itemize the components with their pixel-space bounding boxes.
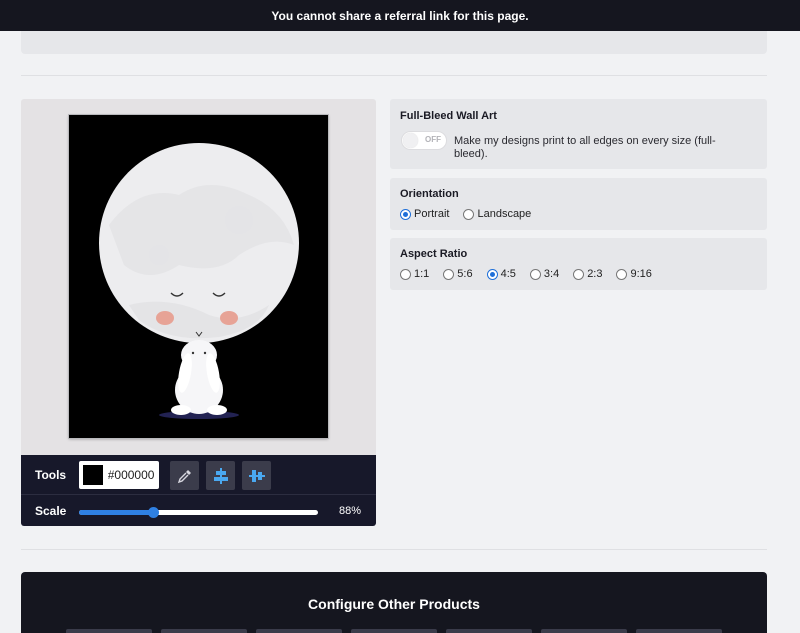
radio-button-selected[interactable] (400, 208, 411, 220)
toggle-knob (403, 133, 418, 148)
align-vertical-center-icon (213, 467, 228, 484)
orientation-title: Orientation (400, 188, 459, 200)
eyedropper-icon (177, 469, 191, 483)
radio-label: 1:1 (414, 268, 430, 280)
radio-button[interactable] (400, 268, 411, 280)
radio-button[interactable] (616, 268, 628, 280)
product-tab[interactable] (256, 629, 342, 633)
align-horizontal-center-icon (248, 469, 265, 482)
configure-products-title: Configure Other Products (308, 596, 480, 612)
scale-slider-fill (79, 510, 154, 515)
aspect-option-4-5[interactable]: 4:5 (486, 268, 516, 280)
scale-row: Scale 88% (21, 495, 376, 526)
orientation-option-landscape[interactable]: Landscape (463, 208, 531, 220)
product-tab[interactable] (161, 629, 247, 633)
fullbleed-description: Make my designs print to all edges on ev… (454, 135, 716, 160)
product-tab[interactable] (541, 629, 627, 633)
product-tab[interactable] (66, 629, 152, 633)
radio-label: 5:6 (457, 268, 473, 280)
top-card (21, 31, 767, 54)
divider (21, 75, 767, 76)
scale-label: Scale (35, 503, 67, 518)
eyedropper-button[interactable] (170, 461, 199, 490)
aspect-option-1-1[interactable]: 1:1 (400, 268, 429, 280)
color-swatch[interactable] (83, 465, 103, 485)
tools-row: Tools #000000 (21, 455, 376, 495)
orientation-panel: Orientation Portrait Landscape (390, 178, 767, 230)
design-preview (21, 99, 376, 455)
tools-panel: Tools #000000 Scale 88% (21, 455, 376, 526)
aspect-ratio-panel: Aspect Ratio 1:1 5:6 4:5 3:4 2:3 9:16 (390, 238, 767, 290)
product-tab[interactable] (636, 629, 722, 633)
fullbleed-toggle[interactable]: OFF (401, 131, 447, 150)
aspect-option-9-16[interactable]: 9:16 (616, 268, 652, 280)
align-vertical-center-button[interactable] (206, 461, 235, 490)
color-hex-input[interactable]: #000000 (108, 468, 159, 482)
orientation-options: Portrait Landscape (400, 208, 531, 220)
radio-label: 3:4 (543, 268, 560, 280)
fullbleed-panel: Full-Bleed Wall Art OFF Make my designs … (390, 99, 767, 169)
aspect-option-2-3[interactable]: 2:3 (573, 268, 602, 280)
moon-bunny-illustration (99, 143, 299, 419)
radio-button[interactable] (443, 268, 455, 280)
radio-label: 9:16 (630, 268, 652, 280)
toggle-state-label: OFF (425, 135, 441, 144)
tools-label: Tools (35, 467, 67, 482)
radio-button[interactable] (463, 208, 475, 220)
aspect-ratio-title: Aspect Ratio (400, 248, 468, 260)
aspect-ratio-options: 1:1 5:6 4:5 3:4 2:3 9:16 (400, 268, 652, 280)
aspect-option-5-6[interactable]: 5:6 (443, 268, 473, 280)
align-horizontal-center-button[interactable] (242, 461, 271, 490)
radio-button[interactable] (573, 268, 585, 280)
banner-text: You cannot share a referral link for thi… (271, 8, 529, 23)
background-color-picker[interactable]: #000000 (79, 461, 159, 489)
radio-label: Landscape (477, 208, 532, 220)
orientation-option-portrait[interactable]: Portrait (400, 208, 449, 220)
aspect-option-3-4[interactable]: 3:4 (529, 268, 560, 280)
product-tab[interactable] (446, 629, 532, 633)
scale-slider-thumb[interactable] (148, 507, 160, 518)
radio-label: Portrait (414, 208, 450, 220)
radio-button-selected[interactable] (486, 268, 498, 280)
divider (21, 549, 767, 550)
configure-products-section: Configure Other Products (21, 572, 767, 633)
referral-banner: You cannot share a referral link for thi… (0, 0, 800, 31)
radio-label: 2:3 (587, 268, 603, 280)
fullbleed-title: Full-Bleed Wall Art (400, 110, 497, 122)
scale-percent: 88% (338, 504, 361, 517)
product-tab[interactable] (351, 629, 437, 633)
radio-button[interactable] (529, 268, 541, 280)
radio-label: 4:5 (500, 268, 516, 280)
scale-slider[interactable] (79, 507, 318, 518)
poster-artwork[interactable] (69, 115, 328, 438)
